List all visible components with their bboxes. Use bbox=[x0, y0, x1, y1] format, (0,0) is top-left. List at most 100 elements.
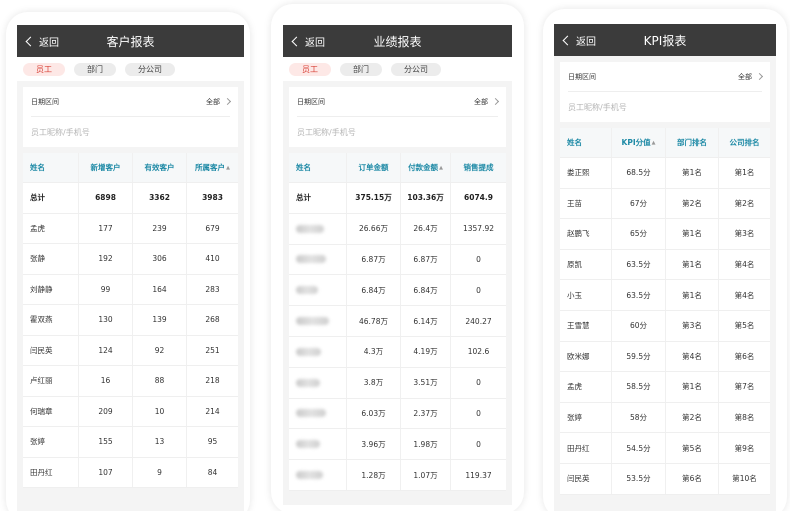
name-cell bbox=[289, 399, 346, 429]
value-cell: 92 bbox=[132, 335, 186, 365]
tab-branch[interactable]: 分公司 bbox=[391, 62, 441, 76]
cell-text: 107 bbox=[98, 467, 113, 477]
chevron-left-icon bbox=[25, 36, 36, 46]
value-cell: 第2名 bbox=[665, 188, 718, 219]
column-header[interactable]: KPI分值 ▲ bbox=[611, 128, 665, 157]
value-cell: 6.14万 bbox=[400, 306, 450, 336]
cell-text: 283 bbox=[205, 284, 220, 294]
cell-text: 第3名 bbox=[734, 229, 755, 239]
column-header[interactable]: 订单金额 bbox=[346, 153, 400, 182]
name-cell: 霍双燕 bbox=[23, 305, 78, 335]
table-row: 王苗 67分 第2名 第2名 bbox=[560, 188, 770, 220]
table-row: 6.87万 6.87万 0 bbox=[289, 244, 506, 276]
cell-text: 闫民英 bbox=[567, 474, 590, 484]
column-header[interactable]: 销售提成 bbox=[450, 153, 506, 182]
table-row: 闫民英 53.5分 第6名 第10名 bbox=[560, 463, 770, 495]
cell-text: 第10名 bbox=[732, 474, 757, 484]
screen-performance-report: 返回 业绩报表 员工 部门 分公司 日期区间 全部 员工昵称/手机号 姓名 订单金… bbox=[283, 25, 512, 505]
cell-text: 84 bbox=[207, 467, 218, 477]
search-input[interactable]: 员工昵称/手机号 bbox=[31, 117, 230, 147]
cell-text: 张婷 bbox=[567, 413, 582, 423]
column-header[interactable]: 公司排名 bbox=[718, 128, 770, 157]
column-header[interactable]: 姓名 bbox=[289, 153, 346, 182]
name-cell: 闫民英 bbox=[23, 336, 78, 366]
value-cell: 第3名 bbox=[665, 310, 718, 341]
name-cell: 原凯 bbox=[560, 250, 611, 280]
value-cell: 88 bbox=[132, 366, 186, 396]
cell-text: 53.5分 bbox=[626, 474, 651, 484]
cell-text: 67分 bbox=[629, 198, 648, 208]
cell-text: 0 bbox=[476, 378, 481, 388]
cell-text: 第1名 bbox=[682, 260, 702, 270]
tab-employee[interactable]: 员工 bbox=[289, 62, 331, 76]
page-title: KPI报表 bbox=[643, 33, 687, 48]
page-title: 业绩报表 bbox=[373, 34, 422, 49]
cell-text: 1.07万 bbox=[413, 470, 438, 480]
column-header[interactable]: 姓名 bbox=[23, 153, 78, 182]
cell-text: 王苗 bbox=[567, 198, 582, 208]
value-cell: 268 bbox=[186, 305, 238, 335]
phone-kpi-report: 返回 KPI报表 日期区间 全部 员工昵称/手机号 姓名 KPI分值 ▲ 部门排名 公司… bbox=[543, 9, 787, 511]
value-cell: 第10名 bbox=[718, 463, 770, 494]
table-row: 小玉 63.5分 第1名 第4名 bbox=[560, 280, 770, 311]
cell-text: 103.36万 bbox=[407, 193, 444, 203]
table-row: 3.96万 1.98万 0 bbox=[289, 429, 506, 461]
column-header[interactable]: 付款金额 ▲ bbox=[400, 153, 450, 182]
cell-text: 119.37 bbox=[465, 470, 492, 480]
table-row: 孟虎 177 239 679 bbox=[23, 213, 238, 244]
value-cell: 0 bbox=[450, 275, 506, 306]
cell-text: 第3名 bbox=[682, 321, 702, 331]
value-cell: 6.87万 bbox=[400, 244, 450, 275]
value-cell: 1.28万 bbox=[346, 460, 400, 490]
name-cell: 田丹红 bbox=[560, 433, 611, 463]
column-header[interactable]: 所属客户 ▲ bbox=[186, 153, 238, 182]
value-cell: 95 bbox=[186, 427, 238, 457]
date-range-label: 日期区间 bbox=[568, 72, 596, 81]
back-button[interactable]: 返回 bbox=[25, 25, 59, 57]
date-range-label: 日期区间 bbox=[297, 97, 325, 106]
blurred-name bbox=[296, 255, 326, 264]
name-cell: 欧米娜 bbox=[560, 342, 611, 372]
cell-text: 3983 bbox=[202, 193, 223, 203]
column-header[interactable]: 姓名 bbox=[560, 128, 611, 157]
cell-text: 58分 bbox=[629, 413, 648, 423]
column-header[interactable]: 有效客户 bbox=[132, 153, 186, 182]
tab-branch[interactable]: 分公司 bbox=[125, 62, 175, 76]
search-input[interactable]: 员工昵称/手机号 bbox=[568, 92, 762, 122]
back-label: 返回 bbox=[39, 37, 59, 49]
value-cell: 679 bbox=[186, 213, 238, 243]
table-row: 赵鹏飞 65分 第1名 第3名 bbox=[560, 219, 770, 250]
back-button[interactable]: 返回 bbox=[562, 24, 596, 56]
search-input[interactable]: 员工昵称/手机号 bbox=[297, 117, 498, 147]
screen-kpi-report: 返回 KPI报表 日期区间 全部 员工昵称/手机号 姓名 KPI分值 ▲ 部门排名 公司… bbox=[554, 24, 776, 511]
tab-department[interactable]: 部门 bbox=[74, 62, 116, 76]
column-header[interactable]: 部门排名 bbox=[665, 128, 718, 157]
column-header-label: 部门排名 bbox=[677, 138, 707, 147]
value-cell: 60分 bbox=[611, 310, 665, 341]
scope-tabs: 员工 部门 分公司 bbox=[283, 57, 512, 81]
name-cell: 张婷 bbox=[23, 427, 78, 457]
table-row: 张静 192 306 410 bbox=[23, 244, 238, 275]
cell-text: 3.8万 bbox=[363, 378, 384, 388]
name-cell: 张静 bbox=[23, 244, 78, 274]
date-range-selector[interactable]: 日期区间 全部 bbox=[568, 62, 764, 92]
cell-text: 63.5分 bbox=[626, 260, 651, 270]
cell-text: 1.98万 bbox=[413, 439, 438, 449]
tab-employee[interactable]: 员工 bbox=[23, 62, 65, 76]
column-header[interactable]: 新增客户 bbox=[78, 153, 132, 182]
filter-panel: 日期区间 全部 员工昵称/手机号 bbox=[23, 87, 238, 147]
value-cell: 240.27 bbox=[450, 306, 506, 336]
value-cell: 16 bbox=[78, 366, 132, 396]
cell-text: 6898 bbox=[95, 193, 116, 203]
table-total-row: 总计 375.15万 103.36万 6074.9 bbox=[289, 183, 506, 214]
tab-department[interactable]: 部门 bbox=[340, 62, 382, 76]
date-range-selector[interactable]: 日期区间 全部 bbox=[297, 87, 500, 117]
cell-text: 娄正熙 bbox=[567, 168, 590, 178]
navbar: 返回 客户报表 bbox=[17, 25, 244, 57]
page-title: 客户报表 bbox=[106, 34, 155, 49]
date-range-selector[interactable]: 日期区间 全部 bbox=[31, 87, 232, 117]
cell-text: 4.19万 bbox=[413, 347, 438, 357]
name-cell: 总计 bbox=[289, 183, 346, 213]
back-button[interactable]: 返回 bbox=[291, 25, 325, 57]
cell-text: 1357.92 bbox=[462, 224, 494, 234]
